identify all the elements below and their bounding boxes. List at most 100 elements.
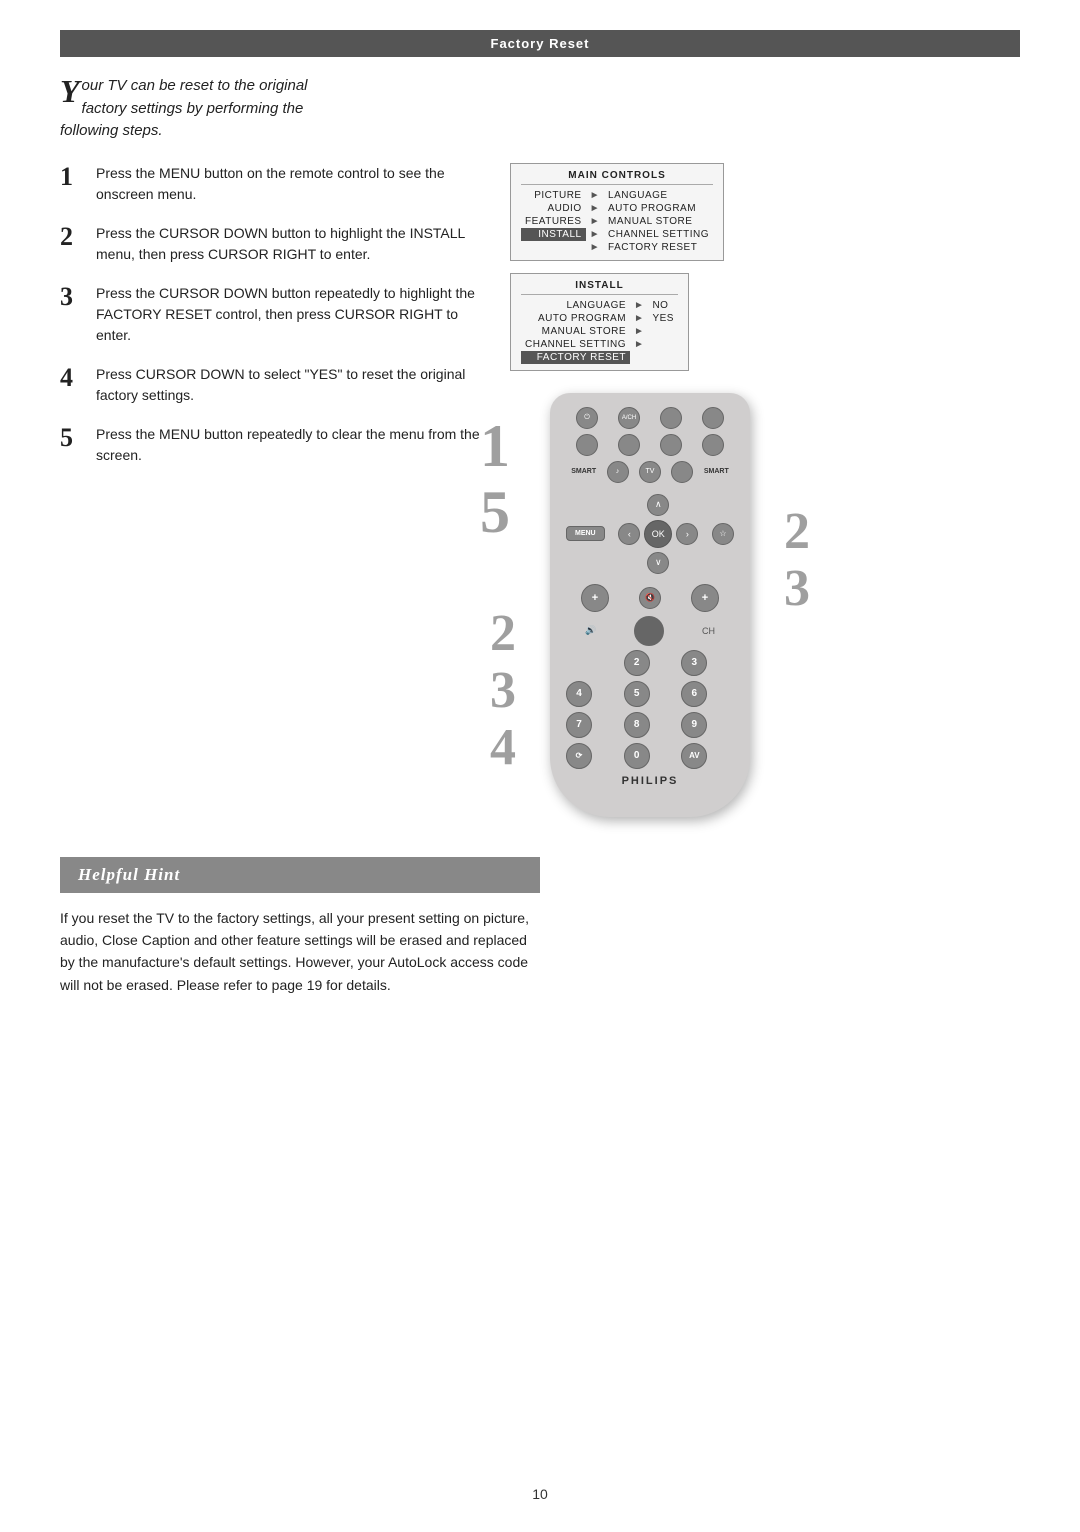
table-row: ► FACTORY RESET bbox=[521, 241, 713, 254]
install-menu-table: LANGUAGE ► NO AUTO PROGRAM ► YES MANUAL … bbox=[521, 299, 678, 364]
menu-cell bbox=[648, 325, 678, 338]
menu-cell: AUDIO bbox=[521, 202, 586, 215]
btn-6[interactable] bbox=[618, 434, 640, 456]
main-menu-title: Main Controls bbox=[521, 170, 713, 185]
step-1: 1 Press the MENU button on the remote co… bbox=[60, 163, 480, 205]
vol-ch-row: + 🔇 + bbox=[566, 584, 734, 612]
remote-top-row: ⏻ A/CH bbox=[566, 407, 734, 429]
intro-body: our TV can be reset to the originalfacto… bbox=[82, 77, 308, 117]
step-3-number: 3 bbox=[60, 283, 96, 312]
page-header: Factory Reset bbox=[60, 30, 1020, 57]
table-row: FACTORY RESET bbox=[521, 351, 678, 364]
remote-diagram: 15 23 234 ⏻ A/CH bbox=[510, 393, 790, 817]
intro-text: Your TV can be reset to the originalfact… bbox=[60, 75, 308, 143]
num-5[interactable]: 5 bbox=[624, 681, 650, 707]
btn-5[interactable] bbox=[576, 434, 598, 456]
vol-label: 🔊 bbox=[585, 625, 596, 636]
num-4[interactable]: 4 bbox=[566, 681, 592, 707]
menu-cell: AUTO PROGRAM bbox=[604, 202, 713, 215]
smart-label-2: SMART bbox=[704, 468, 729, 475]
brand-logo: PHILIPS bbox=[566, 775, 734, 787]
main-menu-table: PICTURE ► LANGUAGE AUDIO ► AUTO PROGRAM … bbox=[521, 189, 713, 254]
table-row: MANUAL STORE ► bbox=[521, 325, 678, 338]
main-content: 1 Press the MENU button on the remote co… bbox=[60, 163, 1020, 817]
remote-body: ⏻ A/CH SMART ♪ bbox=[550, 393, 750, 817]
header-title: Factory Reset bbox=[491, 36, 590, 51]
table-row: CHANNEL SETTING ► bbox=[521, 338, 678, 351]
step-1-text: Press the MENU button on the remote cont… bbox=[96, 163, 480, 205]
menu-cell: AUTO PROGRAM bbox=[521, 312, 630, 325]
menu-cell: MANUAL STORE bbox=[521, 325, 630, 338]
table-row: LANGUAGE ► NO bbox=[521, 299, 678, 312]
table-row: AUDIO ► AUTO PROGRAM bbox=[521, 202, 713, 215]
table-row: PICTURE ► LANGUAGE bbox=[521, 189, 713, 202]
mute-icon[interactable]: 🔇 bbox=[639, 587, 661, 609]
cursor-down-btn[interactable]: ∨ bbox=[647, 552, 669, 574]
overlay-1: 15 bbox=[480, 413, 510, 545]
num-7[interactable]: 7 bbox=[566, 712, 592, 738]
btn-4[interactable] bbox=[702, 407, 724, 429]
ok-center-btn[interactable] bbox=[634, 616, 664, 646]
remote-row-2 bbox=[566, 434, 734, 456]
table-row: AUTO PROGRAM ► YES bbox=[521, 312, 678, 325]
hint-section: Helpful Hint If you reset the TV to the … bbox=[60, 857, 540, 997]
nav-menu-row: MENU ∧ ∨ ‹ › OK ☆ bbox=[566, 488, 734, 580]
numpad: 2 3 4 5 6 7 8 9 ⟳ 0 AV bbox=[566, 650, 734, 769]
menu-cell-highlight: FACTORY RESET bbox=[521, 351, 630, 364]
arrow-icon: ► bbox=[586, 241, 604, 254]
step-5-text: Press the MENU button repeatedly to clea… bbox=[96, 424, 480, 466]
menu-cell: LANGUAGE bbox=[604, 189, 713, 202]
install-menu-title: Install bbox=[521, 280, 678, 295]
menu-cell bbox=[648, 351, 678, 364]
arrow-icon: ► bbox=[586, 215, 604, 228]
num-6[interactable]: 6 bbox=[681, 681, 707, 707]
num-8[interactable]: 8 bbox=[624, 712, 650, 738]
intro-following: following steps. bbox=[60, 122, 163, 139]
menu-button[interactable]: MENU bbox=[566, 526, 605, 541]
arrow-icon: ► bbox=[630, 312, 648, 325]
drop-cap: Y bbox=[60, 75, 80, 107]
menu-cell: MANUAL STORE bbox=[604, 215, 713, 228]
fav-btn[interactable]: ☆ bbox=[712, 523, 734, 545]
menu-cell: LANGUAGE bbox=[521, 299, 630, 312]
music-btn[interactable]: ♪ bbox=[607, 461, 629, 483]
num-0[interactable]: 0 bbox=[624, 743, 650, 769]
hint-header: Helpful Hint bbox=[60, 857, 540, 893]
btn-3[interactable] bbox=[660, 407, 682, 429]
ok-btn[interactable]: OK bbox=[644, 520, 672, 548]
num-9[interactable]: 9 bbox=[681, 712, 707, 738]
step-5-number: 5 bbox=[60, 424, 96, 453]
menu-cell: FACTORY RESET bbox=[604, 241, 713, 254]
step-4-text: Press CURSOR DOWN to select "YES" to res… bbox=[96, 364, 480, 406]
step-5: 5 Press the MENU button repeatedly to cl… bbox=[60, 424, 480, 466]
page-number: 10 bbox=[532, 1486, 548, 1502]
arrow-icon: ► bbox=[630, 338, 648, 351]
ach-btn[interactable]: A/CH bbox=[618, 407, 640, 429]
step-2: 2 Press the CURSOR DOWN button to highli… bbox=[60, 223, 480, 265]
cursor-up-btn[interactable]: ∧ bbox=[647, 494, 669, 516]
menu-cell-highlight: INSTALL bbox=[521, 228, 586, 241]
tv-btn[interactable]: TV bbox=[639, 461, 661, 483]
nav-pad: ∧ ∨ ‹ › OK bbox=[618, 494, 698, 574]
main-controls-menu: Main Controls PICTURE ► LANGUAGE AUDIO ►… bbox=[510, 163, 724, 261]
num-3[interactable]: 3 bbox=[681, 650, 707, 676]
vol-down-btn[interactable]: + bbox=[691, 584, 719, 612]
vol-up-btn[interactable]: + bbox=[581, 584, 609, 612]
cursor-right-btn[interactable]: › bbox=[676, 523, 698, 545]
btn-7[interactable] bbox=[660, 434, 682, 456]
btn-8[interactable] bbox=[702, 434, 724, 456]
menu-cell: CHANNEL SETTING bbox=[521, 338, 630, 351]
ch-label: CH bbox=[702, 626, 715, 636]
step-3: 3 Press the CURSOR DOWN button repeatedl… bbox=[60, 283, 480, 346]
hint-body: If you reset the TV to the factory setti… bbox=[60, 907, 540, 997]
av-btn[interactable]: AV bbox=[681, 743, 707, 769]
arrow-icon: ► bbox=[586, 189, 604, 202]
cursor-left-btn[interactable]: ‹ bbox=[618, 523, 640, 545]
menu-cell: NO bbox=[648, 299, 678, 312]
power-btn[interactable]: ⏻ bbox=[576, 407, 598, 429]
btn-9[interactable] bbox=[671, 461, 693, 483]
recall-btn[interactable]: ⟳ bbox=[566, 743, 592, 769]
num-2[interactable]: 2 bbox=[624, 650, 650, 676]
overlay-23-right: 23 bbox=[784, 503, 810, 617]
page: Factory Reset Your TV can be reset to th… bbox=[0, 0, 1080, 1532]
